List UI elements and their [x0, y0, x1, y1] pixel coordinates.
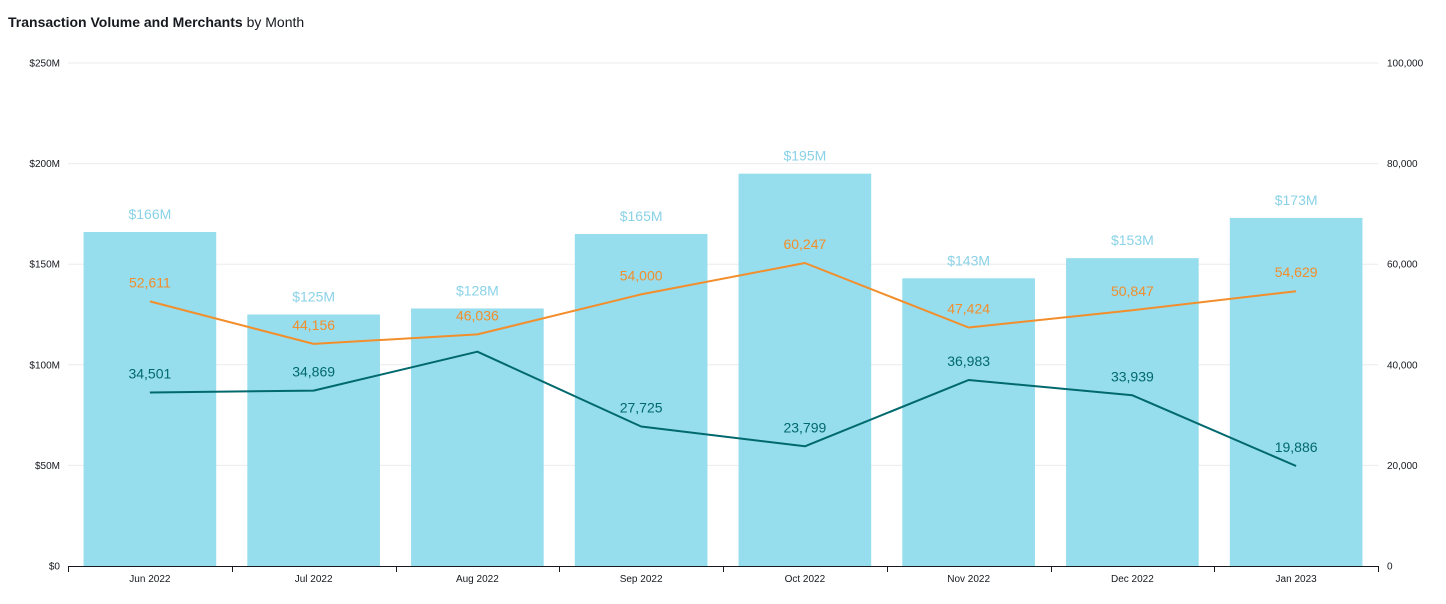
bar-value-label: $173M — [1275, 192, 1318, 208]
x-tick-label: Sep 2022 — [620, 574, 663, 585]
line-value-label: 54,000 — [620, 267, 663, 283]
line-value-label: 27,725 — [620, 400, 663, 416]
x-tick-label: Nov 2022 — [947, 574, 990, 585]
line-value-label: 44,156 — [292, 317, 335, 333]
bar-value-label: $153M — [1111, 232, 1154, 248]
x-tick-label: Oct 2022 — [785, 574, 826, 585]
bar-value-label: $166M — [128, 206, 171, 222]
y-left-tick-label: $150M — [29, 260, 60, 271]
y-right-tick-label: 100,000 — [1387, 59, 1424, 70]
y-right-tick-label: 20,000 — [1387, 461, 1418, 472]
bar — [411, 308, 544, 566]
bar — [247, 314, 380, 566]
y-left-tick-label: $50M — [35, 461, 60, 472]
line-value-label: 23,799 — [783, 419, 826, 435]
y-right-tick-label: 60,000 — [1387, 260, 1418, 271]
bar — [902, 278, 1035, 566]
line-value-label: 50,847 — [1111, 283, 1154, 299]
y-left-tick-label: $250M — [29, 59, 60, 70]
line-value-label: 19,886 — [1275, 439, 1318, 455]
y-left-tick-label: $100M — [29, 360, 60, 371]
line-value-label: 60,247 — [783, 236, 826, 252]
y-right-tick-label: 0 — [1387, 562, 1393, 573]
bar-value-label: $128M — [456, 282, 499, 298]
line-value-label: 46,036 — [456, 307, 499, 323]
line-value-label: 52,611 — [129, 274, 171, 290]
line-value-label: 33,939 — [1111, 368, 1154, 384]
x-tick-label: Jun 2022 — [129, 574, 171, 585]
x-tick-label: Aug 2022 — [456, 574, 499, 585]
bar-value-label: $165M — [620, 208, 663, 224]
line-value-label: 47,424 — [947, 300, 990, 316]
bar-value-label: $125M — [292, 289, 335, 305]
y-left-tick-label: $0 — [49, 562, 61, 573]
line-value-label: 36,983 — [947, 353, 990, 369]
x-tick-label: Jan 2023 — [1276, 574, 1318, 585]
y-right-tick-label: 40,000 — [1387, 360, 1418, 371]
bar — [738, 173, 872, 566]
line-value-label: 34,869 — [292, 364, 335, 380]
y-left-tick-label: $200M — [29, 159, 60, 170]
x-tick-label: Jul 2022 — [295, 574, 333, 585]
x-tick-label: Dec 2022 — [1111, 574, 1154, 585]
line-value-label: 34,501 — [128, 365, 171, 381]
y-right-tick-label: 80,000 — [1387, 159, 1418, 170]
bar-value-label: $143M — [947, 252, 990, 268]
combo-chart: $0 $50M $100M $150M $200M $250M 0 20,000 40,000 6… — [29, 59, 1424, 586]
line-value-label: 54,629 — [1275, 264, 1318, 280]
bar-value-label: $195M — [783, 148, 826, 164]
